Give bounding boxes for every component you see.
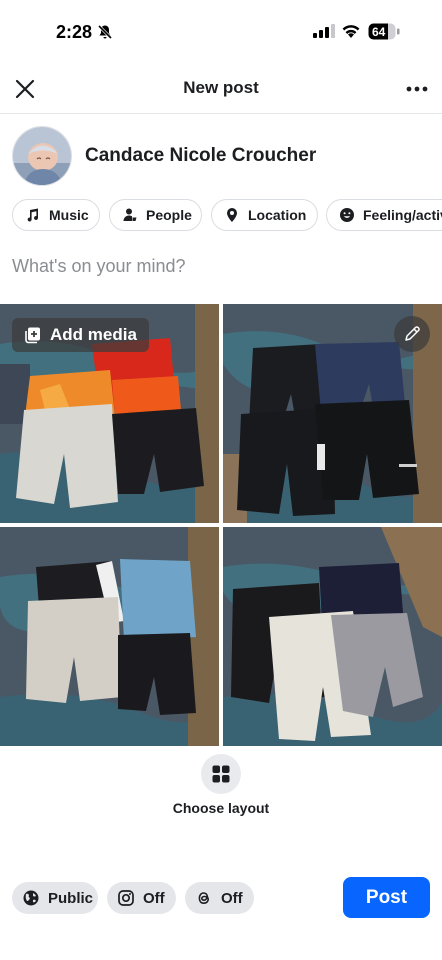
smiley-icon [340,208,354,222]
add-media-label: Add media [50,325,137,344]
post-options-chips: Music People Location Feeling/activity [12,199,442,231]
feeling-chip-label: Feeling/activity [363,207,442,223]
battery-level: 64 [372,25,386,39]
more-options-button[interactable] [404,78,430,100]
new-post-screen: 2:28 64 New post Candace Nicole Croucher… [0,0,442,960]
pencil-icon [405,326,420,341]
threads-share-toggle[interactable]: Off [185,882,254,914]
instagram-toggle-label: Off [143,889,165,907]
threads-toggle-label: Off [221,889,243,907]
instagram-icon [118,890,134,906]
location-pin-icon [227,208,237,222]
page-title: New post [183,78,259,97]
status-bar: 2:28 64 [0,0,442,64]
choose-layout-label: Choose layout [172,800,270,816]
wifi-icon [341,23,361,44]
feeling-activity-chip[interactable]: Feeling/activity [326,199,442,231]
globe-icon [23,890,39,906]
music-chip[interactable]: Music [12,199,100,231]
post-button[interactable]: Post [343,877,430,918]
photo-4[interactable] [223,527,442,746]
post-header: New post [0,64,442,114]
music-chip-label: Music [49,207,89,223]
audience-label: Public [48,889,94,907]
add-media-icon [25,327,40,344]
edit-media-button[interactable] [394,316,430,352]
silent-bell-icon [97,24,113,45]
media-grid [0,304,442,746]
cellular-signal-icon [313,24,335,43]
post-text-input[interactable]: What's on your mind? [12,256,186,277]
music-note-icon [27,208,38,222]
avatar [12,126,72,186]
status-time: 2:28 [56,22,93,42]
photo-3[interactable] [0,527,219,746]
people-chip-label: People [146,207,192,223]
add-media-button[interactable]: Add media [12,318,149,352]
people-chip[interactable]: People [109,199,202,231]
choose-layout-button[interactable] [201,754,241,794]
location-chip-label: Location [248,207,307,223]
user-name: Candace Nicole Croucher [85,145,317,166]
grid-layout-icon [212,765,230,783]
location-chip[interactable]: Location [211,199,318,231]
more-dots-icon [406,86,428,92]
audience-button[interactable]: Public [12,882,98,914]
instagram-share-toggle[interactable]: Off [107,882,176,914]
threads-icon [198,892,210,905]
person-tag-icon [123,208,137,221]
